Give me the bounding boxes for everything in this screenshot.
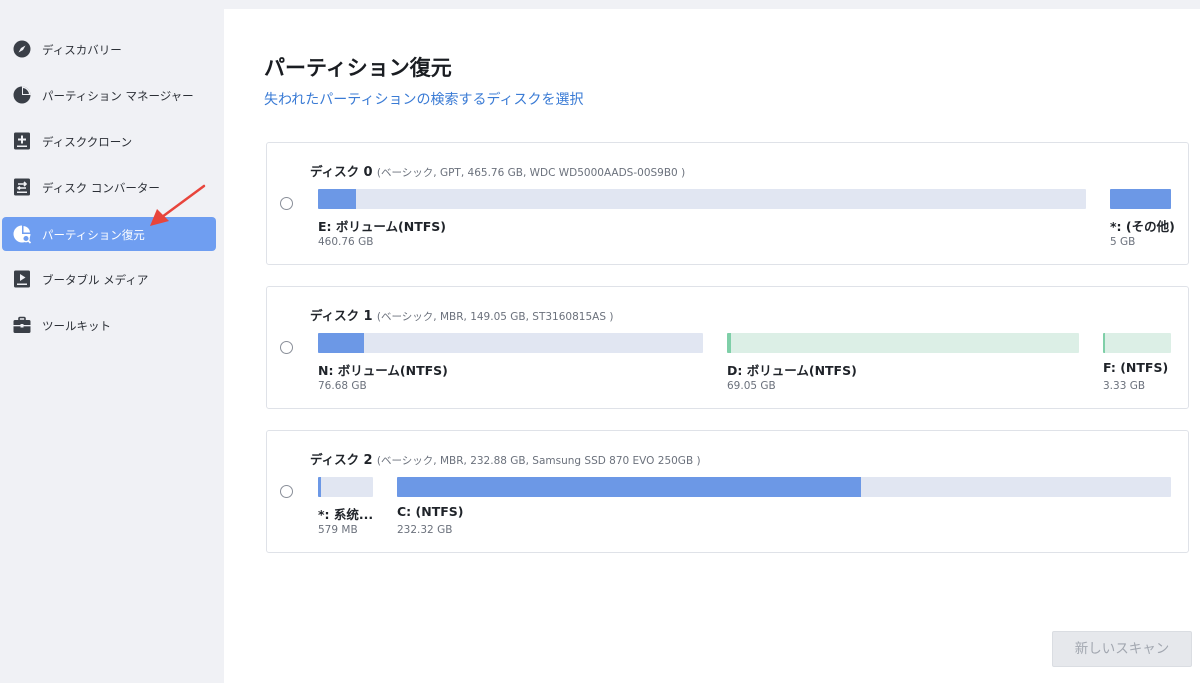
partition-recovery-icon [13, 225, 32, 244]
disk-card-0[interactable]: ディスク 0 (ベーシック, GPT, 465.76 GB, WDC WD500… [266, 142, 1189, 265]
new-scan-button[interactable]: 新しいスキャン [1052, 631, 1192, 667]
partition-usage-bar [318, 189, 1086, 209]
bootable-media-icon [14, 270, 30, 288]
partition-name: D: ボリューム(NTFS) [727, 363, 857, 378]
disk-title: ディスク 2 (ベーシック, MBR, 232.88 GB, Samsung S… [310, 449, 701, 468]
disk-meta: (ベーシック, GPT, 465.76 GB, WDC WD5000AADS-0… [376, 167, 686, 179]
partition-name: *: (その他) [1110, 219, 1175, 234]
disk-radio[interactable] [280, 197, 293, 210]
partition-size: 232.32 GB [397, 524, 453, 536]
sidebar-item-label: ディスカバリー [42, 43, 122, 57]
disk-card-2[interactable]: ディスク 2 (ベーシック, MBR, 232.88 GB, Samsung S… [266, 430, 1189, 553]
annotation-arrow [150, 184, 206, 226]
partition-usage-bar [1110, 189, 1171, 209]
partition-name: *: 系统... [318, 507, 374, 522]
partition[interactable]: C: (NTFS) 232.32 GB [397, 477, 1171, 537]
partition-size: 76.68 GB [318, 380, 367, 392]
disk-radio[interactable] [280, 485, 293, 498]
partition-size: 460.76 GB [318, 236, 374, 248]
partition[interactable]: F: (NTFS) 3.33 GB [1103, 333, 1171, 393]
disk-meta: (ベーシック, MBR, 149.05 GB, ST3160815AS ) [376, 311, 614, 323]
partition-size: 579 MB [318, 524, 358, 536]
partition-name: E: ボリューム(NTFS) [318, 219, 446, 234]
compass-icon [13, 40, 31, 58]
toolbox-icon [13, 316, 31, 333]
partition-name: F: (NTFS) [1103, 360, 1169, 375]
disk-meta: (ベーシック, MBR, 232.88 GB, Samsung SSD 870 … [376, 455, 701, 467]
disk-name: ディスク [310, 452, 360, 467]
partition[interactable]: *: (その他) 5 GB [1110, 189, 1175, 249]
top-strip [224, 0, 1200, 9]
disk-number: 1 [363, 309, 373, 324]
pie-chart-icon [13, 86, 31, 104]
disk-number: 0 [363, 165, 373, 180]
add-box-icon [14, 132, 30, 150]
disk-radio[interactable] [280, 341, 293, 354]
partition-usage-bar [318, 333, 703, 353]
partition-usage-bar [318, 477, 373, 497]
partition-name: N: ボリューム(NTFS) [318, 363, 448, 378]
partition-size: 3.33 GB [1103, 380, 1146, 392]
partition[interactable]: D: ボリューム(NTFS) 69.05 GB [727, 333, 1079, 393]
sidebar-item-toolkit[interactable]: ツールキット [2, 308, 216, 342]
partition-usage-bar [727, 333, 1079, 353]
partition[interactable]: N: ボリューム(NTFS) 76.68 GB [318, 333, 703, 393]
disk-title: ディスク 0 (ベーシック, GPT, 465.76 GB, WDC WD500… [310, 161, 685, 180]
disk-number: 2 [363, 453, 373, 468]
partition-usage-bar [1103, 333, 1171, 353]
sidebar-item-discovery[interactable]: ディスカバリー [2, 32, 216, 66]
sidebar-item-label: ディスククローン [42, 135, 133, 149]
partition-name: C: (NTFS) [397, 504, 464, 519]
sidebar-item-partition-manager[interactable]: パーティション マネージャー [2, 78, 216, 112]
partition-size: 5 GB [1110, 236, 1136, 248]
page-title: パーティション復元 [264, 56, 452, 80]
partition[interactable]: *: 系统... 579 MB [318, 477, 373, 537]
disk-name: ディスク [310, 164, 360, 179]
disk-name: ディスク [310, 308, 360, 323]
sidebar-item-label: パーティション マネージャー [42, 89, 194, 103]
sidebar-item-label: ツールキット [42, 319, 111, 333]
partition-size: 69.05 GB [727, 380, 776, 392]
sidebar: ディスカバリー パーティション マネージャー ディスククローン ディスク コンバ… [0, 0, 224, 683]
sidebar-item-bootable-media[interactable]: ブータブル メディア [2, 262, 216, 296]
page-subtitle: 失われたパーティションの検索するディスクを選択 [264, 92, 584, 108]
sidebar-item-label: ブータブル メディア [42, 273, 149, 287]
convert-icon [14, 178, 30, 196]
sidebar-item-label: パーティション復元 [42, 228, 145, 242]
disk-title: ディスク 1 (ベーシック, MBR, 149.05 GB, ST3160815… [310, 305, 613, 324]
sidebar-item-disk-clone[interactable]: ディスククローン [2, 124, 216, 158]
partition[interactable]: E: ボリューム(NTFS) 460.76 GB [318, 189, 1086, 249]
partition-usage-bar [397, 477, 1171, 497]
disk-card-1[interactable]: ディスク 1 (ベーシック, MBR, 149.05 GB, ST3160815… [266, 286, 1189, 409]
